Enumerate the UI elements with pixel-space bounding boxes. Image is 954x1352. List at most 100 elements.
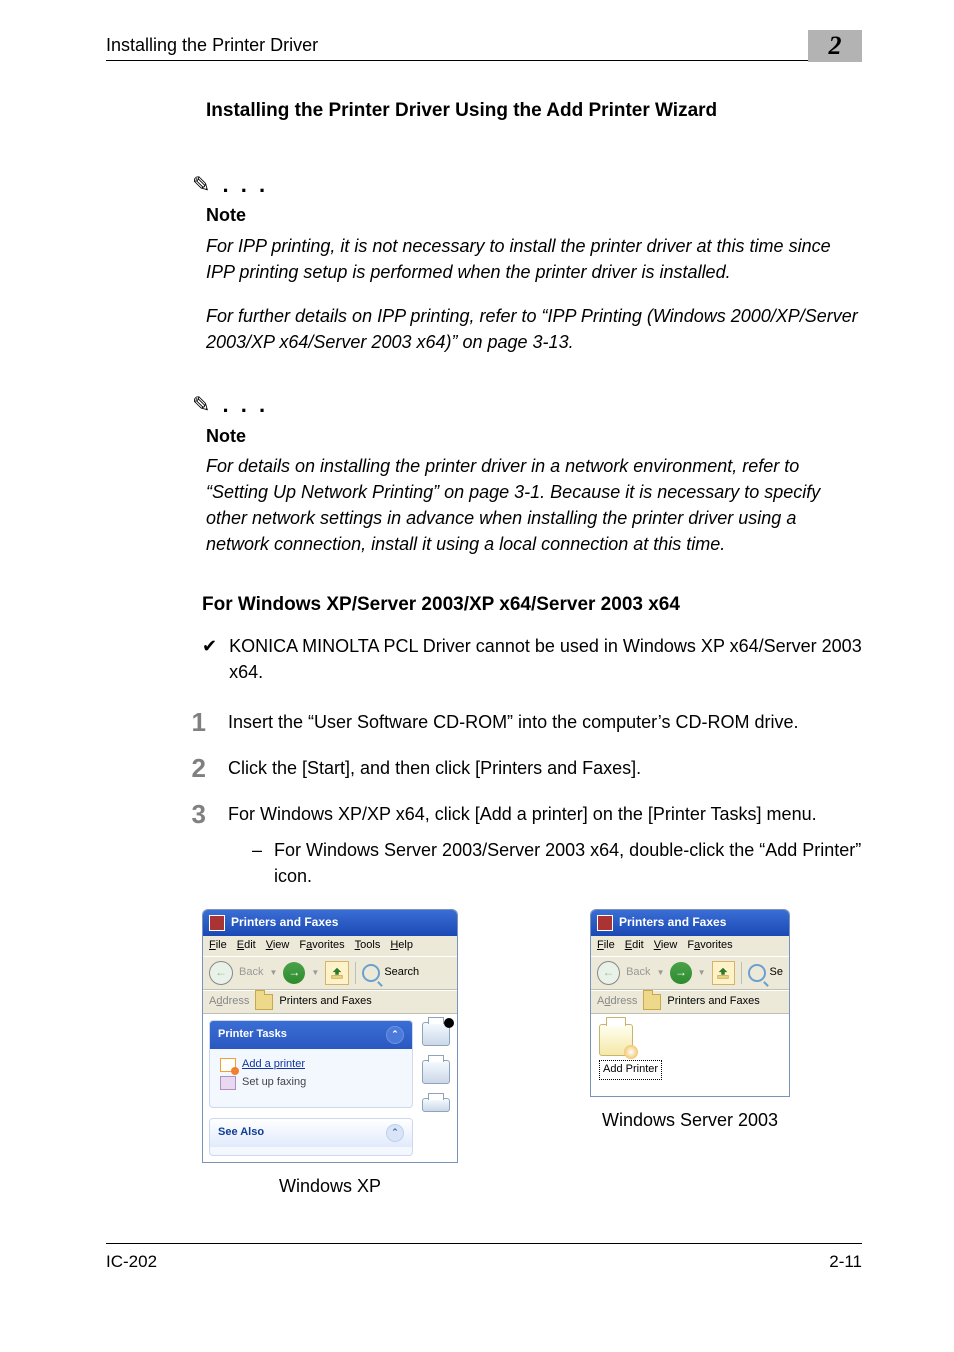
collapse-icon[interactable]: ⌃ bbox=[386, 1124, 404, 1142]
note-icon: ✎ . . . bbox=[192, 389, 862, 421]
menu-help[interactable]: Help bbox=[390, 938, 413, 954]
subheading: For Windows XP/Server 2003/XP x64/Server… bbox=[202, 591, 862, 619]
address-value: Printers and Faxes bbox=[279, 994, 371, 1010]
menubar: File Edit View Favorites bbox=[591, 936, 789, 956]
check-icon: ✔ bbox=[202, 633, 217, 685]
forward-button[interactable]: → bbox=[670, 962, 691, 984]
printer-item-icon[interactable] bbox=[422, 1060, 450, 1084]
step-number: 3 bbox=[182, 801, 206, 889]
step-text: For Windows XP/XP x64, click [Add a prin… bbox=[228, 801, 862, 827]
note-icon: ✎ . . . bbox=[192, 169, 862, 201]
chevron-down-icon[interactable]: ▼ bbox=[269, 967, 277, 979]
up-button[interactable] bbox=[712, 961, 735, 985]
screenshot-windows-xp: Printers and Faxes File Edit View Favori… bbox=[202, 909, 458, 1162]
footer-right: 2-11 bbox=[829, 1250, 862, 1275]
add-printer-icon bbox=[220, 1058, 236, 1072]
fax-icon bbox=[220, 1076, 236, 1090]
step-number: 2 bbox=[182, 755, 206, 781]
menu-file[interactable]: File bbox=[597, 938, 615, 954]
panel-title: Printer Tasks bbox=[218, 1027, 287, 1043]
folder-icon bbox=[643, 994, 661, 1010]
screenshot-windows-server: Printers and Faxes File Edit View Favori… bbox=[590, 909, 790, 1096]
address-bar: Address Printers and Faxes bbox=[203, 990, 457, 1014]
step-text: Click the [Start], and then click [Print… bbox=[228, 755, 862, 781]
search-label-partial: Se bbox=[770, 965, 783, 981]
menu-favorites[interactable]: Favorites bbox=[299, 938, 344, 954]
chevron-down-icon[interactable]: ▼ bbox=[311, 967, 319, 979]
separator bbox=[355, 962, 356, 984]
step-2: 2 Click the [Start], and then click [Pri… bbox=[182, 755, 862, 781]
printer-item-icon[interactable] bbox=[422, 1098, 450, 1112]
page-footer: IC-202 2-11 bbox=[106, 1243, 862, 1275]
address-label: Address bbox=[209, 994, 249, 1010]
separator bbox=[741, 962, 742, 984]
note-block-1: ✎ . . . Note For IPP printing, it is not… bbox=[206, 169, 862, 355]
section-title: Installing the Printer Driver Using the … bbox=[206, 97, 862, 125]
chevron-down-icon[interactable]: ▼ bbox=[657, 967, 665, 979]
search-icon bbox=[362, 964, 380, 982]
add-printer-item[interactable]: Add Printer bbox=[599, 1024, 781, 1080]
note-block-2: ✎ . . . Note For details on installing t… bbox=[206, 389, 862, 557]
up-button[interactable] bbox=[325, 961, 349, 985]
back-button[interactable]: ← bbox=[597, 961, 620, 985]
forward-button[interactable]: → bbox=[283, 962, 305, 984]
menu-favorites[interactable]: Favorites bbox=[687, 938, 732, 954]
screenshot-caption: Windows Server 2003 bbox=[602, 1107, 778, 1133]
address-label: Address bbox=[597, 994, 637, 1010]
menu-view[interactable]: View bbox=[266, 938, 290, 954]
search-label: Search bbox=[384, 965, 419, 981]
dash-icon: – bbox=[252, 837, 262, 889]
toolbar: ← Back ▼ → ▼ Search bbox=[203, 956, 457, 990]
menu-tools[interactable]: Tools bbox=[355, 938, 381, 954]
chevron-down-icon[interactable]: ▼ bbox=[698, 967, 706, 979]
printer-tasks-panel: Printer Tasks ⌃ Add a printer bbox=[209, 1020, 413, 1108]
search-button[interactable]: Search bbox=[362, 964, 419, 982]
menu-edit[interactable]: Edit bbox=[625, 938, 644, 954]
see-also-panel: See Also ⌃ bbox=[209, 1118, 413, 1156]
note-text: For details on installing the printer dr… bbox=[206, 453, 862, 557]
back-label: Back bbox=[239, 965, 263, 981]
menu-view[interactable]: View bbox=[654, 938, 678, 954]
window-title: Printers and Faxes bbox=[619, 914, 726, 931]
collapse-icon[interactable]: ⌃ bbox=[386, 1026, 404, 1044]
chapter-number-box: 2 bbox=[808, 30, 862, 62]
screenshot-caption: Windows XP bbox=[279, 1173, 381, 1199]
back-label: Back bbox=[626, 965, 650, 981]
menu-edit[interactable]: Edit bbox=[237, 938, 256, 954]
address-bar: Address Printers and Faxes bbox=[591, 990, 789, 1014]
panel-title: See Also bbox=[218, 1125, 264, 1141]
address-value: Printers and Faxes bbox=[667, 994, 759, 1010]
window-titlebar: Printers and Faxes bbox=[591, 910, 789, 935]
step-3: 3 For Windows XP/XP x64, click [Add a pr… bbox=[182, 801, 862, 889]
note-text: For further details on IPP printing, ref… bbox=[206, 303, 862, 355]
setup-faxing-link[interactable]: Set up faxing bbox=[220, 1075, 402, 1091]
step-number: 1 bbox=[182, 709, 206, 735]
panel-header[interactable]: Printer Tasks ⌃ bbox=[210, 1021, 412, 1049]
footer-left: IC-202 bbox=[106, 1250, 157, 1275]
back-button[interactable]: ← bbox=[209, 961, 233, 985]
menu-file[interactable]: File bbox=[209, 938, 227, 954]
toolbar: ← Back ▼ → ▼ Se bbox=[591, 956, 789, 990]
chapter-number: 2 bbox=[829, 27, 842, 65]
panel-header[interactable]: See Also ⌃ bbox=[210, 1119, 412, 1147]
add-printer-icon bbox=[599, 1024, 633, 1056]
printer-item-icon[interactable] bbox=[422, 1022, 450, 1046]
step-text: Insert the “User Software CD-ROM” into t… bbox=[228, 709, 862, 735]
printers-folder-icon bbox=[209, 915, 225, 931]
page-header-title: Installing the Printer Driver bbox=[106, 32, 318, 58]
printers-folder-icon bbox=[597, 915, 613, 931]
checklist-item: ✔ KONICA MINOLTA PCL Driver cannot be us… bbox=[202, 633, 862, 685]
search-button[interactable]: Se bbox=[748, 964, 783, 982]
folder-icon bbox=[255, 994, 273, 1010]
add-printer-label: Add Printer bbox=[599, 1060, 662, 1080]
search-icon bbox=[748, 964, 766, 982]
window-titlebar: Printers and Faxes bbox=[203, 910, 457, 935]
window-title: Printers and Faxes bbox=[231, 914, 338, 931]
step-sub-bullet: – For Windows Server 2003/Server 2003 x6… bbox=[252, 837, 862, 889]
note-label: Note bbox=[206, 423, 862, 449]
note-text: For IPP printing, it is not necessary to… bbox=[206, 233, 862, 285]
step-1: 1 Insert the “User Software CD-ROM” into… bbox=[182, 709, 862, 735]
add-printer-link[interactable]: Add a printer bbox=[220, 1057, 402, 1073]
step-sub-text: For Windows Server 2003/Server 2003 x64,… bbox=[274, 837, 862, 889]
page-header: Installing the Printer Driver 2 bbox=[106, 30, 862, 61]
